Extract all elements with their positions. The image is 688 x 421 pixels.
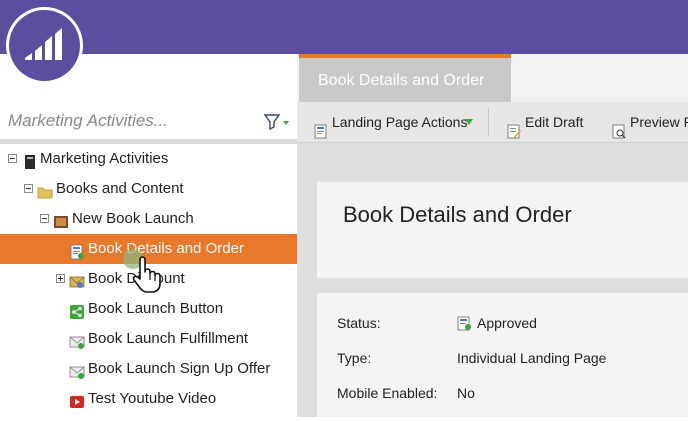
expand-icon[interactable] [56, 274, 65, 283]
edit-draft-icon [507, 114, 521, 139]
marketo-logo-icon[interactable] [9, 10, 80, 81]
tree-item-label: Book Launch Button [88, 300, 224, 317]
status-label: Status: [337, 315, 381, 331]
landing-page-icon [69, 241, 85, 260]
email-icon [69, 331, 85, 349]
status-text: Approved [477, 315, 537, 331]
tree-search-input[interactable] [8, 108, 248, 134]
tree-item-label: Book Launch Fulfillment [88, 330, 249, 347]
email-program-icon [69, 271, 85, 288]
mobile-enabled-label: Mobile Enabled: [337, 385, 438, 401]
folder-icon [37, 181, 53, 199]
tab-label: Book Details and Order [318, 72, 485, 89]
toolbar-divider [488, 108, 489, 136]
tree-item-books-and-content[interactable]: Books and Content [0, 174, 297, 204]
type-label: Type: [337, 350, 372, 366]
mobile-enabled-value: No [457, 385, 475, 401]
collapse-icon[interactable] [8, 154, 17, 163]
edit-draft-label: Edit Draft [525, 114, 584, 130]
tab-book-details-and-order[interactable]: Book Details and Order [299, 54, 511, 102]
hand-cursor-icon [122, 248, 168, 294]
marketing-activities-icon [22, 151, 38, 169]
preview-icon [612, 114, 626, 139]
tab-strip: Book Details and Order [297, 54, 688, 102]
tree-item-label: Marketing Activities [40, 150, 169, 167]
tree-item-label: Books and Content [56, 180, 184, 197]
edit-draft-button[interactable]: Edit Draft [507, 102, 587, 142]
dropdown-arrow-icon [465, 119, 473, 125]
social-share-icon [69, 301, 85, 319]
tree-item-book-launch-fulfillment[interactable]: Book Launch Fulfillment [0, 324, 297, 354]
content-area: Book Details and Order Status: Approved … [297, 143, 688, 417]
type-value: Individual Landing Page [457, 350, 607, 366]
email-icon [69, 361, 85, 379]
tree-search-row [0, 104, 297, 140]
tree-item-label: Test Youtube Video [88, 390, 217, 407]
tree-item-new-book-launch[interactable]: New Book Launch [0, 204, 297, 234]
youtube-icon [69, 391, 85, 408]
tree-item-test-youtube-video[interactable]: Test Youtube Video [0, 384, 297, 414]
landing-page-icon [314, 114, 328, 139]
tree-item-book-launch-sign-up-offer[interactable]: Book Launch Sign Up Offer [0, 354, 297, 384]
preview-button[interactable]: Preview P [612, 102, 688, 142]
landing-page-actions-button[interactable]: Landing Page Actions [314, 102, 474, 142]
main-panel: Book Details and Order Landing Page Acti… [297, 54, 688, 417]
approved-icon [457, 316, 471, 331]
collapse-icon[interactable] [24, 184, 33, 193]
landing-page-actions-label: Landing Page Actions [332, 114, 468, 130]
filter-funnel-icon[interactable] [262, 112, 292, 132]
collapse-icon[interactable] [40, 214, 49, 223]
page-title: Book Details and Order [343, 202, 572, 227]
program-icon [53, 211, 69, 228]
title-card: Book Details and Order [317, 182, 688, 278]
tree-item-book-launch-button[interactable]: Book Launch Button [0, 294, 297, 324]
marketing-activities-panel: Marketing Activities Books and Content N… [0, 54, 297, 417]
toolbar: Landing Page Actions Edit Draft Preview … [297, 102, 688, 143]
top-header-bar [0, 0, 688, 54]
tree-item-label: New Book Launch [72, 210, 194, 227]
tree-item-marketing-activities[interactable]: Marketing Activities [0, 144, 297, 174]
preview-label: Preview P [630, 114, 688, 130]
tree-item-label: Book Launch Sign Up Offer [88, 360, 271, 377]
details-card: Status: Approved Type: Individual Landin… [317, 293, 688, 417]
